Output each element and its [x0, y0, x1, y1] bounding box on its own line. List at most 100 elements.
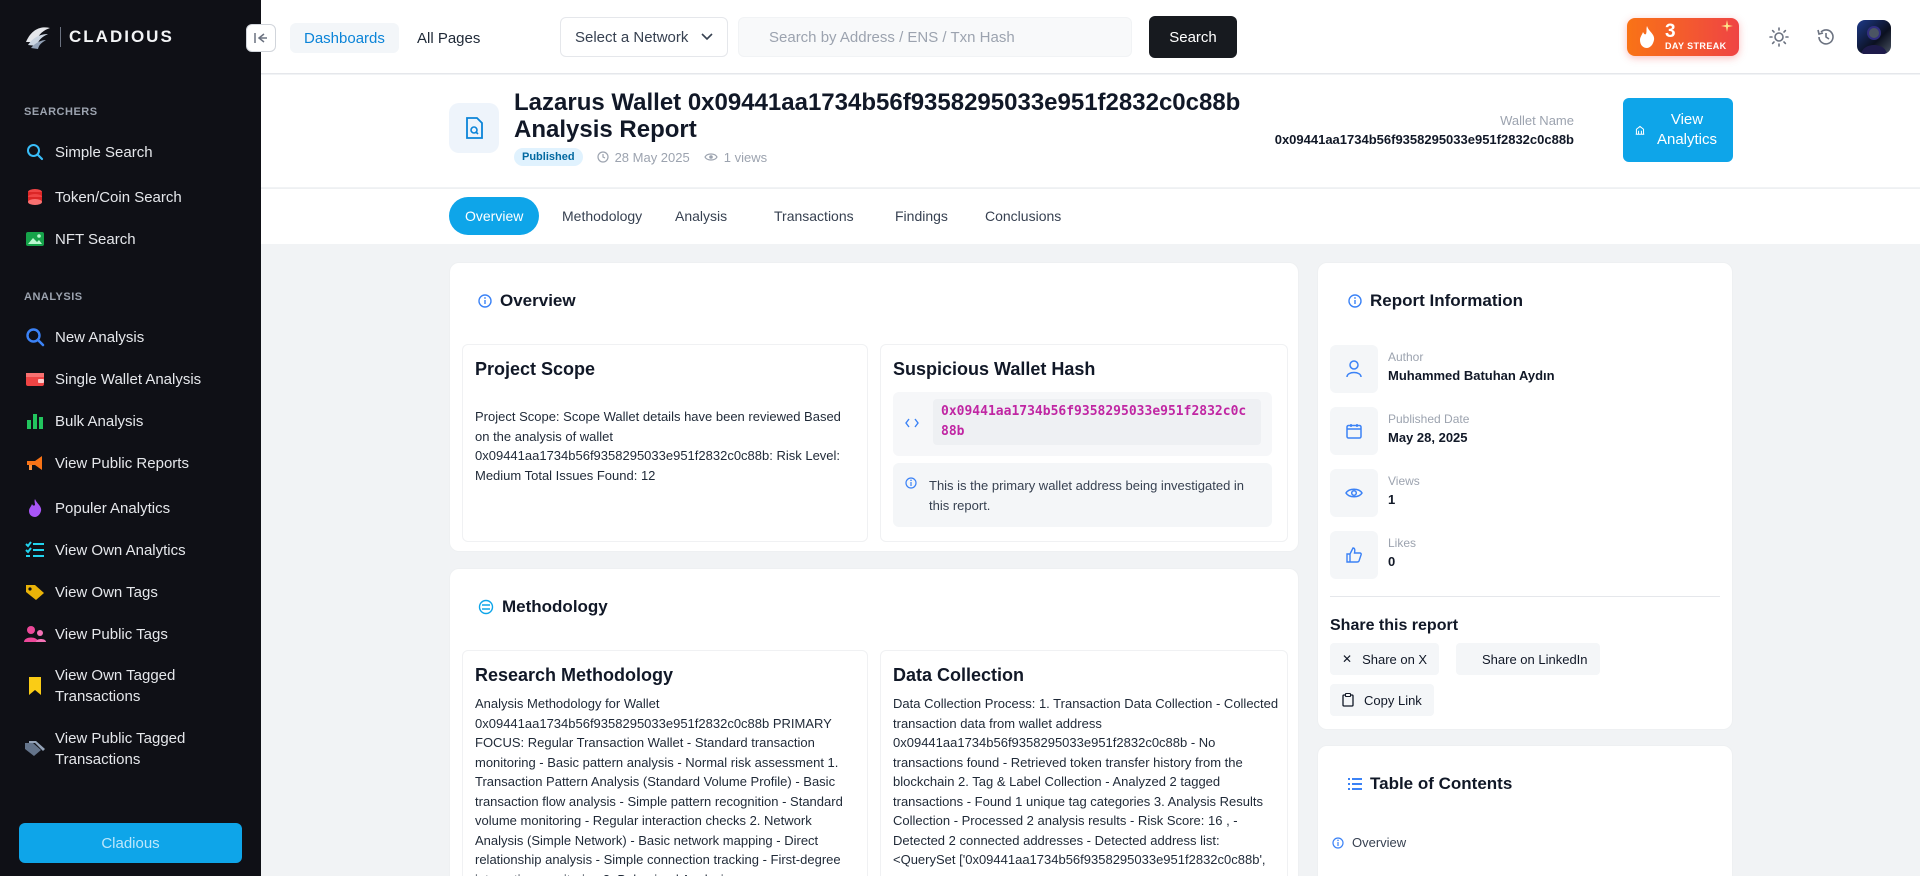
project-scope-body: Project Scope: Scope Wallet details have…: [475, 409, 841, 483]
sun-icon: [1769, 27, 1789, 47]
search-icon: [24, 141, 46, 163]
avatar-image: [1861, 26, 1887, 54]
day-streak-badge[interactable]: 3 DAY STREAK: [1627, 18, 1739, 56]
overview-card: Overview Project Scope Project Scope: Sc…: [449, 262, 1299, 552]
copy-link-button[interactable]: Copy Link: [1330, 684, 1434, 716]
report-information-title-text: Report Information: [1370, 291, 1523, 310]
network-select[interactable]: Select a Network: [560, 17, 728, 57]
history-button[interactable]: [1815, 26, 1837, 48]
table-of-contents-card: Table of Contents Overview: [1317, 745, 1733, 876]
sidebar-item-label: View Own Tagged Transactions: [55, 667, 176, 705]
sidebar-item-label: View Public Reports: [55, 454, 189, 472]
sidebar-item-view-own-tags[interactable]: View Own Tags: [24, 581, 244, 603]
sidebar-item-new-analysis[interactable]: New Analysis: [24, 326, 244, 348]
report-information-card: Report Information Author Muhammed Batuha…: [1317, 262, 1733, 730]
table-of-contents-title-text: Table of Contents: [1370, 774, 1513, 793]
copy-link-label: Copy Link: [1364, 692, 1422, 708]
coins-icon: [24, 186, 46, 208]
overview-title: Overview: [478, 291, 576, 311]
toc-item-overview[interactable]: Overview: [1332, 835, 1406, 850]
collapse-icon: [254, 33, 267, 43]
wallet-hash-box[interactable]: 0x09441aa1734b56f9358295033e951f2832c0c8…: [893, 392, 1272, 456]
share-on-linkedin-label: Share on LinkedIn: [1482, 651, 1588, 667]
tab-methodology[interactable]: Methodology: [546, 197, 658, 235]
sidebar-item-populer-analytics[interactable]: Populer Analytics: [24, 497, 244, 519]
wallet-note: This is the primary wallet address being…: [893, 463, 1272, 527]
tab-findings[interactable]: Findings: [879, 197, 964, 235]
sidebar: CLADIOUS SEARCHERS Simple Search Token/C…: [0, 0, 261, 876]
search-input[interactable]: [738, 17, 1132, 57]
project-scope-card: Project Scope Project Scope: Scope Walle…: [462, 344, 868, 542]
sidebar-item-token-coin-search[interactable]: Token/Coin Search: [24, 186, 244, 208]
view-analytics-button[interactable]: View Analytics: [1623, 98, 1733, 162]
share-title: Share this report: [1330, 617, 1459, 634]
info-label: Views: [1388, 474, 1420, 488]
clipboard-icon: [1342, 693, 1354, 707]
sidebar-item-view-own-tagged-transactions[interactable]: View Own Tagged Transactions: [24, 665, 244, 707]
bar-chart-icon: [24, 410, 46, 432]
megaphone-icon: [24, 452, 46, 474]
data-collection-card: Data Collection Data Collection Process:…: [880, 650, 1288, 876]
chevron-down-icon: [701, 33, 713, 41]
sidebar-item-view-public-tagged-transactions[interactable]: View Public Tagged Transactions: [24, 728, 244, 770]
report-tabs: Overview Methodology Analysis Transactio…: [261, 188, 1920, 244]
wallet-hash[interactable]: 0x09441aa1734b56f9358295033e951f2832c0c8…: [933, 399, 1261, 445]
share-on-linkedin-button[interactable]: Share on LinkedIn: [1456, 643, 1600, 675]
search-icon: [24, 326, 46, 348]
sidebar-item-label: Token/Coin Search: [55, 188, 182, 206]
tag-icon: [24, 581, 46, 603]
document-icon: [449, 103, 499, 153]
clock-icon: [596, 151, 609, 163]
sidebar-item-label: View Own Tags: [55, 583, 158, 601]
sidebar-item-label: View Own Analytics: [55, 541, 186, 559]
sidebar-item-label: Bulk Analysis: [55, 412, 144, 430]
info-value: 0: [1388, 554, 1396, 569]
sparkle-icon: [1721, 20, 1733, 32]
info-label: Author: [1388, 350, 1424, 364]
x-icon: ✕: [1342, 652, 1353, 666]
users-icon: [24, 623, 46, 645]
methodology-card: Methodology Research Methodology Analysi…: [449, 568, 1299, 876]
sidebar-item-bulk-analysis[interactable]: Bulk Analysis: [24, 410, 244, 432]
wallet-name-value: 0x09441aa1734b56f9358295033e951f2832c0c8…: [1274, 132, 1574, 147]
sidebar-item-nft-search[interactable]: NFT Search: [24, 228, 244, 250]
project-scope-title: Project Scope: [475, 359, 596, 379]
suspicious-wallet-title: Suspicious Wallet Hash: [893, 359, 1096, 379]
overview-title-text: Overview: [500, 291, 576, 310]
tab-analysis[interactable]: Analysis: [659, 197, 743, 235]
sidebar-item-view-own-analytics[interactable]: View Own Analytics: [24, 539, 244, 561]
share-on-x-button[interactable]: ✕ Share on X: [1330, 643, 1440, 675]
info-label: Likes: [1388, 536, 1417, 550]
search-button[interactable]: Search: [1149, 16, 1237, 58]
info-icon: [905, 477, 917, 489]
flame-icon: [1640, 26, 1655, 48]
list-check-icon: [24, 539, 46, 561]
info-row-published-date: Published Date May 28, 2025: [1330, 407, 1469, 455]
cladious-button[interactable]: Cladious: [19, 823, 242, 863]
tab-all-pages[interactable]: All Pages: [403, 23, 494, 53]
sidebar-item-view-public-tags[interactable]: View Public Tags: [24, 623, 244, 645]
sidebar-item-single-wallet-analysis[interactable]: Single Wallet Analysis: [24, 368, 244, 390]
tab-transactions[interactable]: Transactions: [758, 197, 870, 235]
eye-icon: [1330, 469, 1378, 517]
tab-dashboards[interactable]: Dashboards: [290, 23, 399, 53]
tab-overview[interactable]: Overview: [449, 197, 540, 235]
sidebar-item-view-public-reports[interactable]: View Public Reports: [24, 452, 244, 474]
sidebar-item-label: Populer Analytics: [55, 499, 171, 517]
section-title-analysis: ANALYSIS: [24, 291, 83, 303]
thumbs-up-icon[interactable]: [1330, 531, 1378, 579]
building-icon: [1635, 125, 1645, 135]
data-collection-title: Data Collection: [893, 665, 1025, 685]
table-of-contents-title: Table of Contents: [1348, 774, 1512, 794]
collapse-sidebar-button[interactable]: [246, 24, 276, 52]
sidebar-item-label: Single Wallet Analysis: [55, 370, 202, 388]
logo[interactable]: CLADIOUS: [24, 24, 174, 50]
avatar[interactable]: [1857, 20, 1891, 54]
sidebar-item-simple-search[interactable]: Simple Search: [24, 141, 244, 163]
sidebar-item-label: New Analysis: [55, 328, 145, 346]
section-title-searchers: SEARCHERS: [24, 106, 98, 118]
eye-icon: [704, 153, 718, 161]
theme-toggle-button[interactable]: [1768, 26, 1790, 48]
tab-conclusions[interactable]: Conclusions: [969, 197, 1077, 235]
toc-item-label: Overview: [1352, 835, 1407, 850]
